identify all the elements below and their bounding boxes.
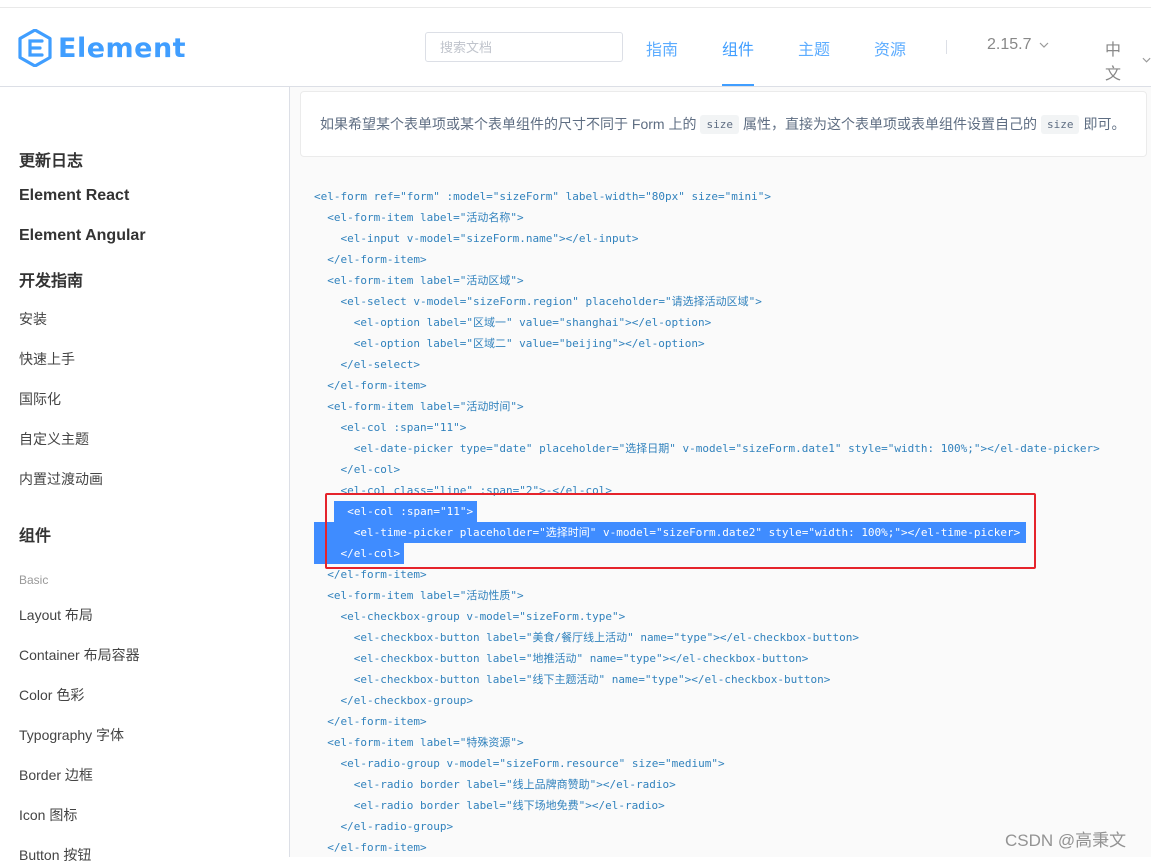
code-line: <el-checkbox-button label="地推活动" name="t… [314,652,809,665]
watermark: CSDN @高秉文 [1005,831,1127,850]
sidebar-item-button[interactable]: Button 按钮 [19,845,91,865]
sidebar-item-i18n[interactable]: 国际化 [19,389,61,409]
version-label: 2.15.7 [987,36,1032,53]
code-line: <el-form-item label="活动区域"> [314,274,524,287]
code-line: <el-form-item label="活动时间"> [314,400,524,413]
element-logo[interactable]: Element [18,29,186,67]
sidebar-item-quickstart[interactable]: 快速上手 [19,349,75,369]
language-label: 中文 [1105,42,1122,83]
sidebar-item-layout[interactable]: Layout 布局 [19,605,93,625]
sidebar-group-basic: Basic [19,573,49,587]
sidebar-item-icon[interactable]: Icon 图标 [19,805,77,825]
sidebar-item-container[interactable]: Container 布局容器 [19,645,140,665]
code-line: </el-radio-group> [314,820,454,833]
tip-text: 属性，直接为这个表单项或表单组件设置自己的 [742,116,1037,132]
code-line: <el-form-item label="活动名称"> [314,211,524,224]
code-line: <el-radio border label="线下场地免费"></el-rad… [314,799,665,812]
tip-text: 即可。 [1083,116,1126,132]
code-line: <el-checkbox-button label="美食/餐厅线上活动" na… [314,631,859,644]
sidebar-item-typography[interactable]: Typography 字体 [19,725,124,745]
logo-text: Element [58,32,187,64]
sidebar-item-install[interactable]: 安装 [19,309,47,329]
code-line: <el-form-item label="特殊资源"> [314,736,524,749]
inline-code: size [1040,114,1080,134]
code-line: <el-date-picker type="date" placeholder=… [314,442,1100,455]
language-select[interactable]: 中文 [1105,36,1151,84]
sidebar-item-element-angular[interactable]: Element Angular [19,227,146,245]
code-line: </el-form-item> [314,253,427,266]
sidebar-heading-components: 组件 [19,528,52,545]
code-line: <el-checkbox-button label="线下主题活动" name=… [314,673,831,686]
site-header: Element 指南 组件 主题 资源 2.15.7 中文 [0,8,1151,87]
code-line: <el-option label="区域二" value="beijing"><… [314,337,705,350]
code-line: <el-col :span="11"> [314,421,467,434]
nav-theme[interactable]: 主题 [798,36,830,60]
code-line: <el-input v-model="sizeForm.name"></el-i… [314,232,639,245]
version-select[interactable]: 2.15.7 [987,36,1049,54]
code-line: <el-select v-model="sizeForm.region" pla… [314,295,762,308]
nav-guide[interactable]: 指南 [646,36,678,60]
active-nav-underline [722,84,754,86]
code-line: </el-select> [314,358,420,371]
tip-box: 如果希望某个表单项或某个表单组件的尺寸不同于 Form 上的 size 属性，直… [300,91,1147,157]
chevron-down-icon [1142,57,1151,63]
sidebar: 更新日志 Element React Element Angular 开发指南 … [0,87,290,863]
element-logo-icon [18,29,52,67]
chevron-down-icon [1040,42,1049,48]
code-line: </el-form-item> [314,379,427,392]
code-line: </el-form-item> [314,715,427,728]
code-line: </el-checkbox-group> [314,694,473,707]
sidebar-item-transition[interactable]: 内置过渡动画 [19,469,103,489]
inline-code: size [700,114,739,134]
browser-top-edge [0,0,1151,8]
sidebar-item-border[interactable]: Border 边框 [19,765,93,785]
code-line: <el-option label="区域一" value="shanghai">… [314,316,712,329]
sidebar-item-color[interactable]: Color 色彩 [19,685,84,705]
nav-resource[interactable]: 资源 [874,36,906,60]
search-input[interactable] [425,32,623,62]
nav-divider [946,40,947,54]
code-line: </el-form-item> [314,841,427,854]
content-area: 如果希望某个表单项或某个表单组件的尺寸不同于 Form 上的 size 属性，直… [290,87,1151,857]
code-line: <el-checkbox-group v-model="sizeForm.typ… [314,610,626,623]
code-line: <el-form ref="form" :model="sizeForm" la… [314,190,771,203]
sidebar-item-changelog[interactable]: 更新日志 [19,147,83,171]
sidebar-item-element-react[interactable]: Element React [19,187,129,205]
sidebar-heading-dev-guide: 开发指南 [19,273,84,290]
code-line: <el-radio border label="线上品牌商赞助"></el-ra… [314,778,676,791]
code-line: <el-form-item label="活动性质"> [314,589,524,602]
nav-component[interactable]: 组件 [722,36,754,60]
sidebar-item-custom-theme[interactable]: 自定义主题 [19,429,89,449]
code-line: </el-col> [314,463,401,476]
red-annotation-box [325,493,1036,569]
code-line: <el-radio-group v-model="sizeForm.resour… [314,757,725,770]
tip-text: 如果希望某个表单项或某个表单组件的尺寸不同于 Form 上的 [320,116,697,132]
